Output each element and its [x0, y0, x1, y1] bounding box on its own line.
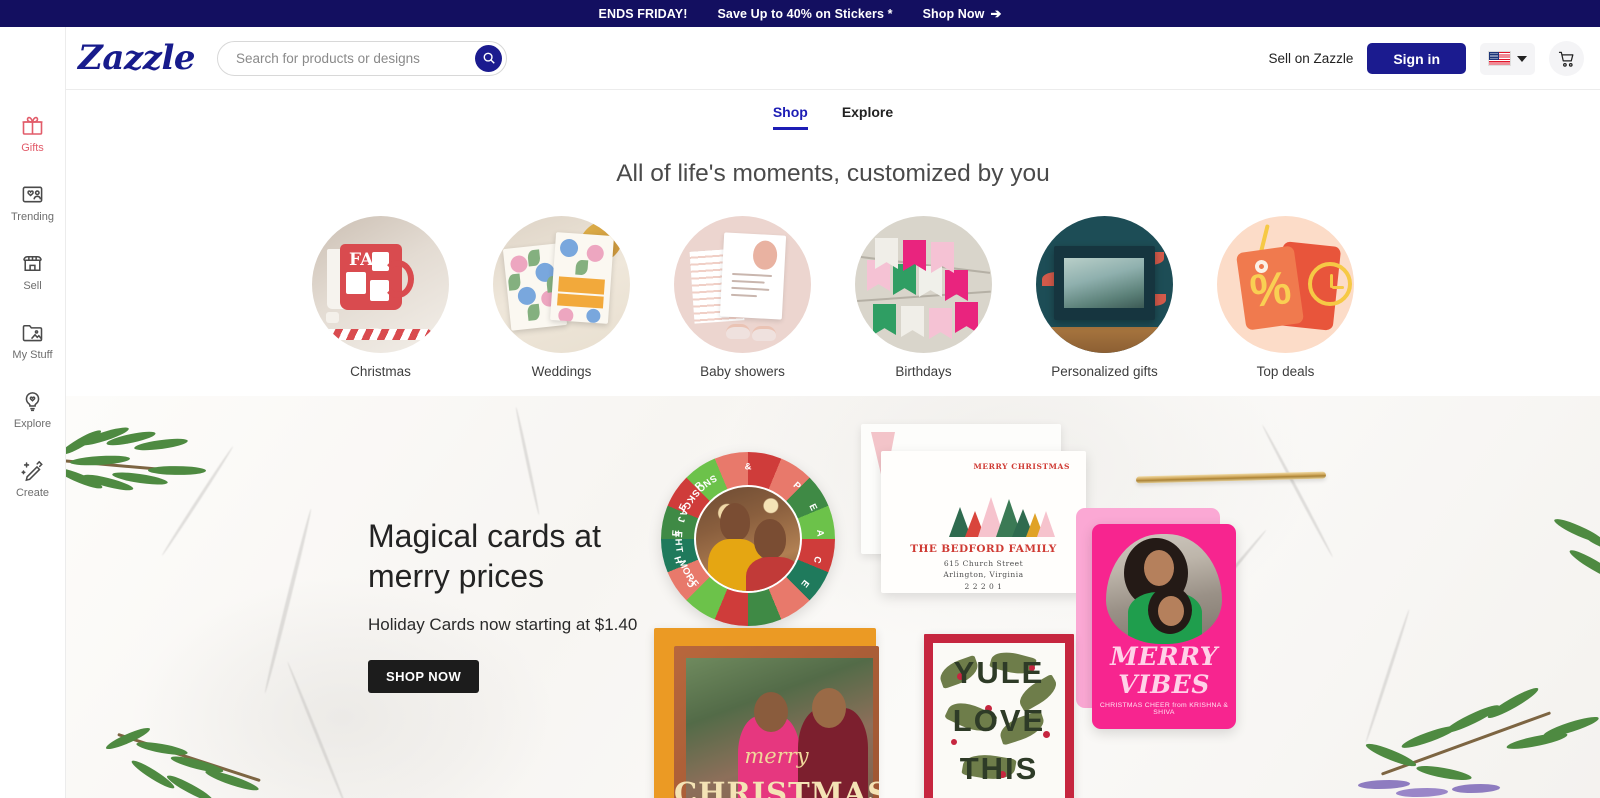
- envelope-address-line2: Arlington, Virginia: [943, 570, 1024, 580]
- envelope-merry-text: MERRY CHRISTMAS: [973, 462, 1070, 471]
- category-top-deals[interactable]: % Top deals: [1217, 216, 1354, 379]
- category-label: Personalized gifts: [1051, 364, 1158, 379]
- merry-vibes-line1: MERRY: [1110, 642, 1218, 671]
- category-birthdays[interactable]: Birthdays: [855, 216, 992, 379]
- sidebar-item-label: My Stuff: [12, 349, 53, 361]
- main-content: Shop Explore All of life's moments, cust…: [66, 90, 1600, 379]
- category-weddings[interactable]: Weddings: [493, 216, 630, 379]
- merry-vibes-subtext: CHRISTMAS CHEER from KRISHNA & SHIVA: [1099, 702, 1229, 716]
- round-card-bottom-text: FROM THE JACKSONS: [672, 472, 719, 590]
- product-orange-christmas-card[interactable]: merry CHRISTMAS: [674, 646, 879, 798]
- lightbulb-icon: [19, 388, 47, 414]
- zazzle-homepage: ENDS FRIDAY! Save Up to 40% on Stickers …: [0, 0, 1600, 798]
- category-image-baby-showers: [674, 216, 811, 353]
- storefront-icon: [19, 250, 47, 276]
- hero-headline: Magical cards at merry prices: [368, 518, 601, 594]
- merry-vibes-line2: VIBES: [1118, 670, 1210, 699]
- greenery-sprig-bottom-right: [1356, 676, 1600, 797]
- yule-line1: YULE: [953, 655, 1045, 690]
- shopping-cart-icon: [1558, 51, 1573, 67]
- promo-cta-label: Shop Now: [922, 6, 985, 21]
- sidebar-item-label: Sell: [23, 280, 42, 292]
- category-label: Baby showers: [700, 364, 785, 379]
- sign-in-button[interactable]: Sign in: [1367, 43, 1466, 74]
- sidebar-item-trending[interactable]: Trending: [0, 181, 66, 223]
- hero-copy: Magical cards at merry prices Holiday Ca…: [368, 516, 658, 694]
- product-envelope-front[interactable]: MERRY CHRISTMAS THE BEDFORD FAMILY 615 C…: [881, 451, 1086, 593]
- page-title: All of life's moments, customized by you: [616, 160, 1050, 187]
- product-merry-vibes-card[interactable]: MERRY VIBES CHRISTMAS CHEER from KRISHNA…: [1092, 524, 1236, 729]
- category-image-top-deals: %: [1217, 216, 1354, 353]
- hero-shop-now-button[interactable]: SHOP NOW: [368, 660, 480, 694]
- promo-banner: ENDS FRIDAY! Save Up to 40% on Stickers …: [0, 0, 1600, 27]
- category-label: Top deals: [1256, 364, 1315, 379]
- orange-card-title-text: CHRISTMAS: [674, 776, 879, 798]
- category-label: Weddings: [531, 364, 592, 379]
- locale-selector[interactable]: [1480, 42, 1535, 75]
- sidebar-item-label: Explore: [13, 418, 52, 430]
- us-flag-icon: [1488, 51, 1511, 66]
- content-tabs: Shop Explore: [66, 90, 1600, 130]
- chevron-down-icon: [1517, 55, 1527, 62]
- hero-subheadline: Holiday Cards now starting at $1.40: [368, 615, 638, 634]
- tab-shop[interactable]: Shop: [772, 104, 808, 130]
- category-image-birthdays: [855, 216, 992, 353]
- category-label: Birthdays: [895, 364, 952, 379]
- search-submit-button[interactable]: [475, 44, 503, 72]
- tab-explore[interactable]: Explore: [842, 104, 893, 130]
- promo-shop-now-link[interactable]: Shop Now ➔: [923, 7, 1002, 21]
- category-image-personalized-gifts: [1036, 216, 1173, 353]
- sidebar-item-gifts[interactable]: Gifts: [0, 112, 66, 154]
- category-image-christmas: FA: [312, 216, 449, 353]
- trending-icon: [19, 181, 47, 207]
- sidebar-item-label: Gifts: [21, 142, 44, 154]
- orange-card-script-text: merry: [744, 744, 809, 768]
- greenery-sprig-bottom-left: [104, 725, 304, 798]
- product-yule-love-card[interactable]: YULE LOVE THIS: [924, 634, 1074, 798]
- product-round-cheer-card[interactable]: CHEER & PEACE FROM THE JACKSONS: [661, 452, 835, 626]
- envelope-address-line1: 615 Church Street: [943, 559, 1024, 568]
- yule-card-inner: YULE LOVE THIS: [933, 643, 1065, 798]
- sidebar-item-explore[interactable]: Explore: [0, 388, 66, 430]
- gold-pen-decoration: [1135, 471, 1327, 484]
- category-image-weddings: [493, 216, 630, 353]
- yule-line3: THIS: [959, 751, 1039, 786]
- envelope-zip: 2 2 2 0 1: [964, 581, 1003, 591]
- search-icon: [483, 52, 495, 64]
- sidebar-item-my-stuff[interactable]: My Stuff: [0, 319, 66, 361]
- envelope-trees-graphic: [881, 497, 1086, 537]
- sidebar-item-sell[interactable]: Sell: [0, 250, 66, 292]
- envelope-family-text: THE BEDFORD FAMILY: [910, 543, 1057, 555]
- promo-offer-text: Save Up to 40% on Stickers *: [717, 6, 893, 21]
- search-bar[interactable]: [217, 40, 508, 76]
- merry-vibes-photo: [1106, 534, 1222, 644]
- yule-line2: LOVE: [952, 703, 1046, 738]
- category-label: Christmas: [350, 364, 411, 379]
- search-input[interactable]: [236, 50, 476, 66]
- hero-banner[interactable]: Magical cards at merry prices Holiday Ca…: [66, 396, 1600, 798]
- sidebar-item-create[interactable]: Create: [0, 457, 66, 499]
- sell-on-zazzle-link[interactable]: Sell on Zazzle: [1269, 51, 1354, 66]
- site-header: Zazzle Sell on Zazzle Sign in: [0, 27, 1600, 90]
- promo-ends-text: ENDS FRIDAY!: [598, 6, 688, 21]
- folder-image-icon: [19, 319, 47, 345]
- cart-button[interactable]: [1549, 41, 1584, 76]
- arrow-right-icon: ➔: [990, 6, 1002, 21]
- greenery-sprig-top-left: [66, 425, 232, 500]
- category-personalized-gifts[interactable]: Personalized gifts: [1036, 216, 1173, 379]
- header-actions: Sell on Zazzle Sign in: [1269, 27, 1584, 90]
- category-christmas[interactable]: FA Christmas: [312, 216, 449, 379]
- gift-icon: [19, 112, 47, 138]
- sidebar-item-label: Trending: [10, 211, 54, 223]
- greenery-sprig-right: [1536, 506, 1600, 596]
- zazzle-logo[interactable]: Zazzle: [78, 38, 196, 78]
- pencil-plus-icon: [19, 457, 47, 483]
- left-sidebar: Gifts Trending Sell My Stuff Explore Cre…: [0, 27, 66, 798]
- sidebar-item-label: Create: [15, 487, 50, 499]
- envelope-address: 615 Church Street Arlington, Virginia 2 …: [881, 558, 1086, 592]
- category-list: FA Christmas Weddings Baby showers Birth…: [66, 216, 1600, 379]
- category-baby-showers[interactable]: Baby showers: [674, 216, 811, 379]
